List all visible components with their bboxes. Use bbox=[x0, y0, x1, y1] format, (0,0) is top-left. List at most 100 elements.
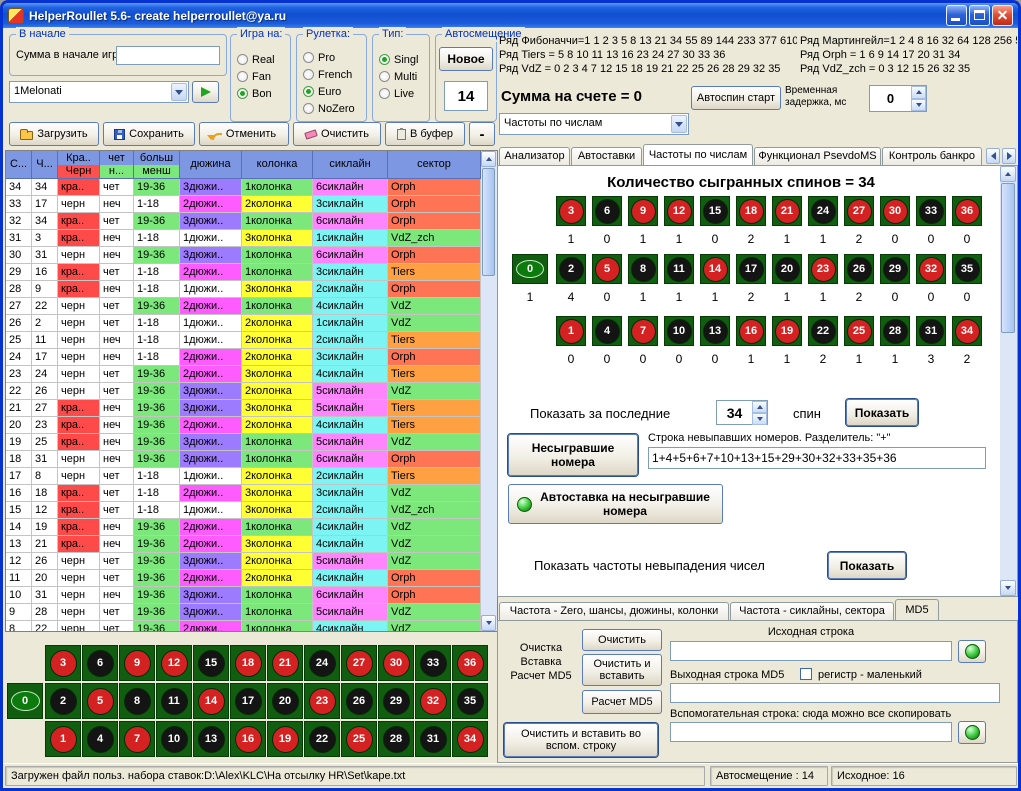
freq-number-25[interactable]: 25 bbox=[844, 316, 874, 346]
freq-number-26[interactable]: 26 bbox=[844, 254, 874, 284]
table-row[interactable]: 3317черннеч1-182дюжи..2колонка3сиклайнOr… bbox=[6, 196, 481, 213]
radio-nozero[interactable]: NoZero bbox=[303, 102, 355, 115]
scroll-up-button[interactable] bbox=[481, 151, 496, 167]
radio-french[interactable]: French bbox=[303, 68, 355, 81]
board-number-35[interactable]: 35 bbox=[452, 683, 488, 719]
maximize-button[interactable] bbox=[969, 5, 990, 26]
scroll-up-button[interactable] bbox=[1000, 166, 1016, 182]
scroll-down-button[interactable] bbox=[481, 615, 496, 631]
table-row[interactable]: 1321кра..неч19-362дюжи..3колонка4сиклайн… bbox=[6, 536, 481, 553]
freq-number-9[interactable]: 9 bbox=[628, 196, 658, 226]
board-number-17[interactable]: 17 bbox=[230, 683, 266, 719]
board-number-20[interactable]: 20 bbox=[267, 683, 303, 719]
delay-down-button[interactable] bbox=[911, 99, 926, 112]
new-shift-button[interactable]: Новое bbox=[439, 47, 493, 71]
board-number-29[interactable]: 29 bbox=[378, 683, 414, 719]
board-number-25[interactable]: 25 bbox=[341, 721, 377, 757]
freq-number-5[interactable]: 5 bbox=[592, 254, 622, 284]
table-row[interactable]: 2722чернчет19-362дюжи..1колонка4сиклайнV… bbox=[6, 298, 481, 315]
freq-number-8[interactable]: 8 bbox=[628, 254, 658, 284]
board-number-15[interactable]: 15 bbox=[193, 645, 229, 681]
preset-combobox[interactable]: 1Melonati bbox=[9, 81, 189, 103]
table-row[interactable]: 1120чернчет19-362дюжи..2колонка4сиклайнO… bbox=[6, 570, 481, 587]
freq-number-33[interactable]: 33 bbox=[916, 196, 946, 226]
freq-number-7[interactable]: 7 bbox=[628, 316, 658, 346]
delay-up-button[interactable] bbox=[911, 86, 926, 99]
radio-multi[interactable]: Multi bbox=[379, 70, 418, 83]
column-header[interactable]: сиклайн bbox=[313, 151, 388, 179]
table-row[interactable]: 2417черннеч1-182дюжи..2колонка3сиклайнOr… bbox=[6, 349, 481, 366]
board-number-13[interactable]: 13 bbox=[193, 721, 229, 757]
freq-number-28[interactable]: 28 bbox=[880, 316, 910, 346]
board-number-26[interactable]: 26 bbox=[341, 683, 377, 719]
freq-number-13[interactable]: 13 bbox=[700, 316, 730, 346]
freq-number-10[interactable]: 10 bbox=[664, 316, 694, 346]
board-number-23[interactable]: 23 bbox=[304, 683, 340, 719]
delay-spinner[interactable]: 0 bbox=[869, 85, 927, 112]
board-number-30[interactable]: 30 bbox=[378, 645, 414, 681]
minimize-button[interactable] bbox=[946, 5, 967, 26]
freq-number-36[interactable]: 36 bbox=[952, 196, 982, 226]
freq-number-1[interactable]: 1 bbox=[556, 316, 586, 346]
radio-fan[interactable]: Fan bbox=[237, 70, 275, 83]
freq-number-21[interactable]: 21 bbox=[772, 196, 802, 226]
missed-numbers-button[interactable]: Несыгравшие номера bbox=[508, 434, 638, 476]
freq-number-32[interactable]: 32 bbox=[916, 254, 946, 284]
freq-number-35[interactable]: 35 bbox=[952, 254, 982, 284]
freq-number-14[interactable]: 14 bbox=[700, 254, 730, 284]
freq-number-15[interactable]: 15 bbox=[700, 196, 730, 226]
board-number-1[interactable]: 1 bbox=[45, 721, 81, 757]
board-number-0[interactable]: 0 bbox=[7, 683, 43, 719]
column-header[interactable]: большменш bbox=[134, 151, 180, 179]
copy-buffer-button[interactable]: В буфер bbox=[385, 122, 465, 146]
show-last-spinner[interactable]: 34 bbox=[716, 400, 768, 425]
table-row[interactable]: 1618кра..чет1-182дюжи..3колонка3сиклайнV… bbox=[6, 485, 481, 502]
radio-pro[interactable]: Pro bbox=[303, 51, 355, 64]
table-row[interactable]: 1831черннеч19-363дюжи..1колонка6сиклайнO… bbox=[6, 451, 481, 468]
freq-number-3[interactable]: 3 bbox=[556, 196, 586, 226]
md5-calc-button[interactable]: Расчет MD5 bbox=[582, 690, 662, 714]
scrollbar-thumb[interactable] bbox=[482, 168, 495, 276]
board-number-33[interactable]: 33 bbox=[415, 645, 451, 681]
freq-number-20[interactable]: 20 bbox=[772, 254, 802, 284]
board-number-21[interactable]: 21 bbox=[267, 645, 303, 681]
freq-number-30[interactable]: 30 bbox=[880, 196, 910, 226]
close-button[interactable] bbox=[992, 5, 1013, 26]
table-row[interactable]: 1031черннеч19-363дюжи..1колонка6сиклайнO… bbox=[6, 587, 481, 604]
show-last-button[interactable]: Показать bbox=[846, 399, 918, 426]
freq-number-22[interactable]: 22 bbox=[808, 316, 838, 346]
board-number-36[interactable]: 36 bbox=[452, 645, 488, 681]
table-row[interactable]: 822чернчет19-362дюжи..1колонка4сиклайнVd… bbox=[6, 621, 481, 632]
board-number-2[interactable]: 2 bbox=[45, 683, 81, 719]
radio-real[interactable]: Real bbox=[237, 53, 275, 66]
freq-number-19[interactable]: 19 bbox=[772, 316, 802, 346]
table-row[interactable]: 2916кра..чет1-182дюжи..1колонка3сиклайнT… bbox=[6, 264, 481, 281]
table-row[interactable]: 1419кра..неч19-362дюжи..1колонка4сиклайн… bbox=[6, 519, 481, 536]
freq-zero-cell[interactable]: 0 1 bbox=[512, 254, 548, 304]
table-row[interactable]: 2324чернчет19-362дюжи..3колонка4сиклайнT… bbox=[6, 366, 481, 383]
board-number-9[interactable]: 9 bbox=[119, 645, 155, 681]
mode-dropdown-button[interactable] bbox=[671, 115, 687, 133]
column-header[interactable]: С... bbox=[6, 151, 32, 179]
freq-number-6[interactable]: 6 bbox=[592, 196, 622, 226]
md5-clear-button[interactable]: Очистить bbox=[582, 629, 662, 651]
tab-psevdoms[interactable]: Функционал PsevdoMS bbox=[754, 147, 881, 165]
board-number-28[interactable]: 28 bbox=[378, 721, 414, 757]
freq-number-12[interactable]: 12 bbox=[664, 196, 694, 226]
board-number-4[interactable]: 4 bbox=[82, 721, 118, 757]
column-header[interactable]: Кра..Черн bbox=[58, 151, 100, 179]
tab-md5[interactable]: MD5 bbox=[895, 599, 939, 620]
tab-scroll-left-button[interactable] bbox=[986, 148, 1000, 164]
md5-lowercase-checkbox[interactable] bbox=[800, 668, 812, 680]
table-row[interactable]: 262чернчет1-181дюжи..2колонка1сиклайнVdZ bbox=[6, 315, 481, 332]
table-row[interactable]: 2023кра..неч19-362дюжи..2колонка4сиклайн… bbox=[6, 417, 481, 434]
freq-number-24[interactable]: 24 bbox=[808, 196, 838, 226]
missed-string-input[interactable] bbox=[648, 447, 986, 469]
radio-live[interactable]: Live bbox=[379, 87, 418, 100]
title-bar[interactable]: HelperRoullet 5.6- create helperroullet@… bbox=[3, 3, 1018, 28]
clear-button[interactable]: Очистить bbox=[293, 122, 381, 146]
freq-number-2[interactable]: 2 bbox=[556, 254, 586, 284]
md5-clear-paste-button[interactable]: Очистить и вставить bbox=[582, 654, 662, 686]
preset-dropdown-button[interactable] bbox=[171, 83, 187, 101]
board-number-7[interactable]: 7 bbox=[119, 721, 155, 757]
